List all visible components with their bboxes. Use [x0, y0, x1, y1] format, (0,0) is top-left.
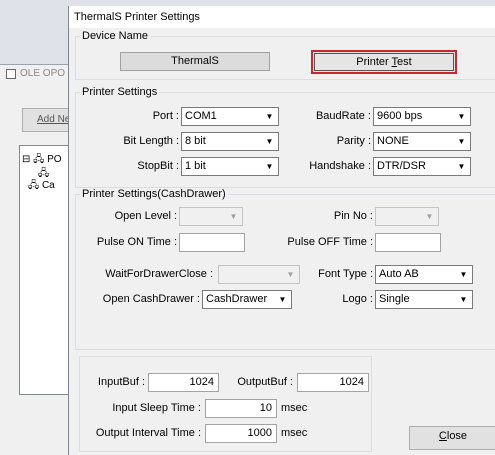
app-icon: [6, 68, 16, 79]
pin-no-select[interactable]: ▼: [375, 207, 439, 226]
input-sleep-label: Input Sleep Time :: [112, 402, 201, 414]
close-label-key: C: [438, 430, 447, 442]
handshake-value: DTR/DSR: [377, 160, 426, 172]
output-interval-unit: msec: [281, 427, 308, 439]
port-label: Port :: [152, 110, 179, 122]
pin-no-label: Pin No :: [333, 210, 373, 222]
inputbuf-input[interactable]: 1024: [148, 373, 219, 392]
outputbuf-input[interactable]: 1024: [297, 373, 369, 392]
dropdown-arrow-icon: ▼: [229, 212, 238, 221]
parity-select[interactable]: NONE ▼: [373, 132, 471, 151]
dropdown-arrow-icon: ▼: [265, 137, 274, 146]
pulse-on-label: Pulse ON Time :: [96, 236, 177, 248]
tree-item-ca[interactable]: 🖧 Ca: [28, 178, 55, 195]
dropdown-arrow-icon: ▼: [457, 112, 466, 121]
close-label-rest: lose: [446, 430, 468, 442]
dropdown-arrow-icon: ▼: [457, 162, 466, 171]
bit-length-label: Bit Length :: [123, 135, 179, 147]
open-cashdrawer-value: CashDrawer: [206, 293, 268, 305]
pulse-off-input[interactable]: [375, 233, 441, 252]
open-level-select[interactable]: ▼: [179, 207, 243, 226]
background-title-text: OLE OPO: [20, 68, 66, 79]
device-icon: 🖧: [28, 180, 40, 191]
background-window-title: OLE OPO: [6, 68, 65, 79]
printer-settings-legend: Printer Settings: [82, 86, 158, 98]
handshake-label: Handshake :: [309, 160, 371, 172]
stopbit-select[interactable]: 1 bit ▼: [181, 157, 279, 176]
parity-label: Parity :: [336, 135, 371, 147]
pulse-on-input[interactable]: [179, 233, 245, 252]
dropdown-arrow-icon: ▼: [459, 270, 468, 279]
baudrate-select[interactable]: 9600 bps ▼: [373, 107, 471, 126]
tree-item-label: PO: [47, 154, 62, 165]
tree-item-label: Ca: [41, 180, 55, 191]
logo-select[interactable]: Single ▼: [375, 290, 473, 309]
inputbuf-label: InputBuf :: [97, 376, 145, 388]
device-name-legend: Device Name: [82, 30, 149, 42]
baudrate-value: 9600 bps: [377, 110, 423, 122]
printer-settings-dialog: ThermalS Printer Settings Device Name Th…: [68, 6, 495, 455]
logo-label: Logo :: [342, 293, 373, 305]
outputbuf-label: OutputBuf :: [237, 376, 293, 388]
printer-test-label: Printer Test: [314, 53, 454, 71]
folder-icon: 🖧: [33, 154, 45, 165]
port-select[interactable]: COM1 ▼: [181, 107, 279, 126]
background-add-label: Add Ne: [37, 114, 71, 125]
port-value: COM1: [185, 110, 217, 122]
wait-drawer-close-label: WaitForDrawerClose :: [105, 268, 213, 280]
parity-value: NONE: [377, 135, 409, 147]
dropdown-arrow-icon: ▼: [286, 270, 295, 279]
test-label-post: est: [397, 56, 412, 68]
stopbit-label: StopBit :: [137, 160, 179, 172]
dropdown-arrow-icon: ▼: [278, 295, 287, 304]
baudrate-label: BaudRate :: [315, 110, 371, 122]
handshake-select[interactable]: DTR/DSR ▼: [373, 157, 471, 176]
dialog-title: ThermalS Printer Settings: [69, 6, 495, 28]
font-type-select[interactable]: Auto AB ▼: [375, 265, 473, 284]
dropdown-arrow-icon: ▼: [265, 112, 274, 121]
font-type-value: Auto AB: [379, 268, 419, 280]
bit-length-value: 8 bit: [185, 135, 206, 147]
input-sleep-unit: msec: [281, 402, 308, 414]
output-interval-input[interactable]: 1000: [205, 424, 277, 443]
input-sleep-input[interactable]: 10: [205, 399, 277, 418]
dropdown-arrow-icon: ▼: [265, 162, 274, 171]
font-type-label: Font Type :: [318, 268, 373, 280]
cashdrawer-legend: Printer Settings(CashDrawer): [82, 188, 226, 200]
wait-drawer-close-select[interactable]: ▼: [218, 265, 300, 284]
stopbit-value: 1 bit: [185, 160, 206, 172]
open-cashdrawer-select[interactable]: CashDrawer ▼: [202, 290, 292, 309]
pulse-off-label: Pulse OFF Time :: [287, 236, 373, 248]
device-name-field: ThermalS: [120, 52, 270, 71]
output-interval-label: Output Interval Time :: [95, 427, 201, 439]
logo-value: Single: [379, 293, 410, 305]
bit-length-select[interactable]: 8 bit ▼: [181, 132, 279, 151]
printer-test-button[interactable]: Printer Test: [311, 50, 457, 74]
dropdown-arrow-icon: ▼: [457, 137, 466, 146]
dropdown-arrow-icon: ▼: [459, 295, 468, 304]
open-level-label: Open Level :: [114, 210, 177, 222]
open-cashdrawer-label: Open CashDrawer :: [102, 293, 200, 305]
close-button[interactable]: Close: [409, 426, 495, 450]
test-label-pre: Printer: [356, 56, 392, 68]
dropdown-arrow-icon: ▼: [425, 212, 434, 221]
